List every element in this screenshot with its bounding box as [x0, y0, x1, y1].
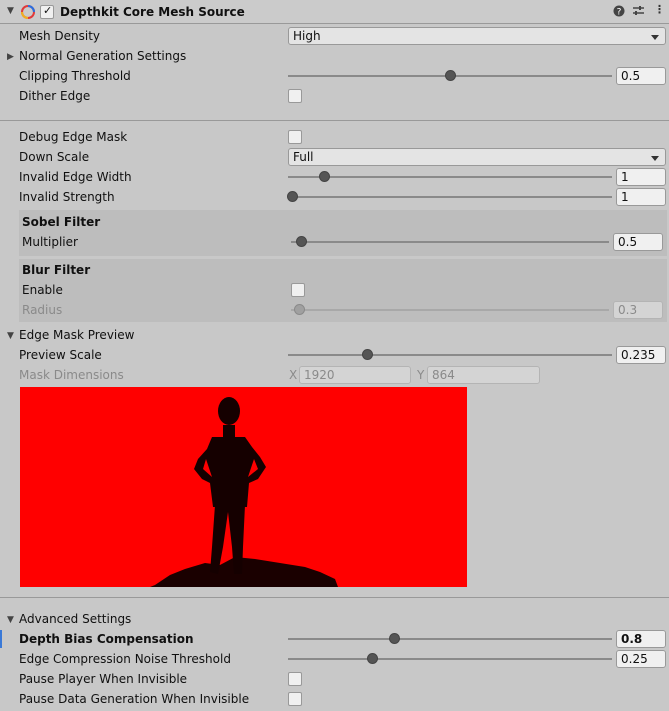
chevron-down-icon: [651, 35, 659, 40]
edge-noise-slider-thumb[interactable]: [367, 653, 378, 664]
depth-bias-label: Depth Bias Compensation: [19, 632, 194, 646]
invalid-strength-slider-track[interactable]: [288, 196, 612, 198]
blur-enable-label: Enable: [22, 283, 63, 297]
pause-player-label: Pause Player When Invisible: [19, 672, 188, 686]
modified-indicator: [0, 630, 2, 648]
down-scale-value: Full: [293, 150, 314, 164]
depth-bias-field[interactable]: 0.8: [616, 630, 666, 648]
foldout-arrow-icon[interactable]: ▶: [7, 52, 14, 62]
help-icon[interactable]: ?: [613, 5, 625, 20]
mask-dimensions-label: Mask Dimensions: [19, 368, 124, 382]
person-silhouette: [150, 397, 338, 587]
pause-player-checkbox[interactable]: [288, 672, 302, 686]
debug-edge-mask-label: Debug Edge Mask: [19, 130, 128, 144]
component-header: ▼ Depthkit Core Mesh Source ? ⋮: [0, 0, 669, 24]
preview-scale-label: Preview Scale: [19, 348, 102, 362]
invalid-edge-width-slider-thumb[interactable]: [319, 171, 330, 182]
depth-bias-slider-track[interactable]: [288, 638, 612, 640]
mesh-density-label: Mesh Density: [19, 29, 101, 43]
chevron-down-icon: [651, 156, 659, 161]
more-icon[interactable]: ⋮: [654, 3, 665, 16]
down-scale-label: Down Scale: [19, 150, 90, 164]
mesh-density-dropdown[interactable]: High: [288, 27, 666, 45]
svg-text:?: ?: [617, 8, 622, 18]
dither-edge-checkbox[interactable]: [288, 89, 302, 103]
multiplier-slider-thumb[interactable]: [296, 236, 307, 247]
section-divider: [0, 120, 669, 121]
mask-width-field: 1920: [299, 366, 411, 384]
pause-data-checkbox[interactable]: [288, 692, 302, 706]
preset-icon[interactable]: [632, 4, 645, 20]
edge-mask-preview-image: [20, 387, 467, 587]
radius-slider-track: [291, 309, 609, 311]
blur-enable-checkbox[interactable]: [291, 283, 305, 297]
mask-x-prefix: X: [289, 368, 298, 382]
clipping-threshold-slider-thumb[interactable]: [445, 70, 456, 81]
multiplier-label: Multiplier: [22, 235, 78, 249]
pause-data-label: Pause Data Generation When Invisible: [19, 692, 250, 706]
edge-noise-field[interactable]: 0.25: [616, 650, 666, 668]
preview-scale-slider-thumb[interactable]: [362, 349, 373, 360]
foldout-arrow-icon[interactable]: ▼: [7, 615, 14, 625]
depthkit-logo-icon: [21, 5, 35, 19]
invalid-edge-width-field[interactable]: 1: [616, 168, 666, 186]
debug-edge-mask-checkbox[interactable]: [288, 130, 302, 144]
foldout-arrow-icon[interactable]: ▼: [7, 6, 14, 16]
mesh-density-value: High: [293, 29, 321, 43]
mask-height-field: 864: [427, 366, 540, 384]
advanced-settings-foldout[interactable]: Advanced Settings: [19, 612, 131, 626]
preview-scale-field[interactable]: 0.235: [616, 346, 666, 364]
depth-bias-slider-thumb[interactable]: [389, 633, 400, 644]
invalid-strength-label: Invalid Strength: [19, 190, 115, 204]
invalid-strength-slider-thumb[interactable]: [287, 191, 298, 202]
foldout-arrow-icon[interactable]: ▼: [7, 331, 14, 341]
multiplier-field[interactable]: 0.5: [613, 233, 663, 251]
invalid-edge-width-slider-track[interactable]: [288, 176, 612, 178]
edge-mask-preview-foldout[interactable]: Edge Mask Preview: [19, 328, 134, 342]
radius-slider-thumb: [294, 304, 305, 315]
mask-y-prefix: Y: [417, 368, 425, 382]
dither-edge-label: Dither Edge: [19, 89, 91, 103]
radius-label: Radius: [22, 303, 63, 317]
invalid-edge-width-label: Invalid Edge Width: [19, 170, 132, 184]
sobel-filter-group: [19, 210, 667, 256]
section-divider: [0, 597, 669, 598]
clipping-threshold-field[interactable]: 0.5: [616, 67, 666, 85]
radius-field: 0.3: [613, 301, 663, 319]
normal-generation-foldout[interactable]: Normal Generation Settings: [19, 49, 186, 63]
edge-noise-slider-track[interactable]: [288, 658, 612, 660]
blur-filter-group: [19, 259, 667, 322]
sobel-filter-title: Sobel Filter: [22, 215, 101, 229]
component-title: Depthkit Core Mesh Source: [60, 5, 245, 19]
clipping-threshold-label: Clipping Threshold: [19, 69, 131, 83]
invalid-strength-field[interactable]: 1: [616, 188, 666, 206]
multiplier-slider-track[interactable]: [291, 241, 609, 243]
component-enabled-checkbox[interactable]: [40, 4, 54, 19]
preview-scale-slider-track[interactable]: [288, 354, 612, 356]
edge-noise-label: Edge Compression Noise Threshold: [19, 652, 231, 666]
down-scale-dropdown[interactable]: Full: [288, 148, 666, 166]
blur-filter-title: Blur Filter: [22, 263, 91, 277]
